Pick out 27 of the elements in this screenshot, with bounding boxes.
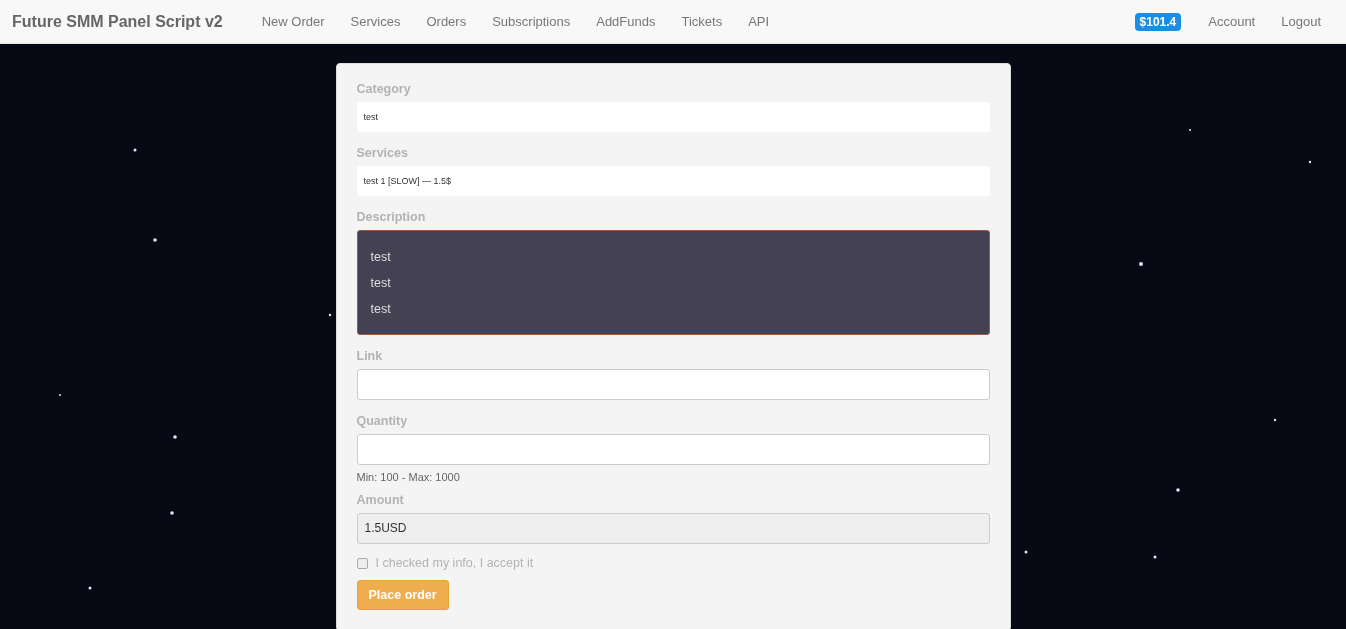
field-label: Description — [356, 210, 427, 224]
field-label: Services — [356, 146, 409, 160]
description-line: test — [370, 249, 392, 266]
brand-title[interactable]: Future SMM Panel Script v2 — [12, 12, 223, 31]
nav-link[interactable]: Services — [350, 14, 401, 29]
help-text: Min: 100 - Max: 1000 — [356, 471, 461, 483]
field-label: Amount — [356, 493, 405, 507]
field-label: Link — [356, 349, 384, 363]
field-label: Quantity — [356, 414, 409, 428]
nav-link[interactable]: Logout — [1281, 14, 1321, 29]
nav-link[interactable]: Account — [1208, 14, 1256, 29]
input-field[interactable] — [356, 369, 990, 400]
input-field[interactable] — [356, 434, 990, 465]
checkbox[interactable] — [356, 557, 368, 569]
nav-link[interactable]: Subscriptions — [492, 14, 571, 29]
nav-link[interactable]: New Order — [261, 14, 325, 29]
balance-badge: $101.4 — [1134, 12, 1182, 31]
nav-link[interactable]: Orders — [426, 14, 467, 29]
nav-link[interactable]: AddFunds — [596, 14, 656, 29]
field-label: Category — [356, 82, 412, 96]
description-line: test — [370, 301, 392, 318]
nav-link[interactable]: API — [748, 14, 770, 29]
nav-link[interactable]: Tickets — [681, 14, 723, 29]
amount-field: 1.5USD — [356, 513, 990, 544]
description-line: test — [370, 275, 392, 292]
select-field[interactable]: test 1 [SLOW] — 1.5$ — [356, 166, 990, 196]
select-field[interactable]: test — [356, 102, 990, 132]
